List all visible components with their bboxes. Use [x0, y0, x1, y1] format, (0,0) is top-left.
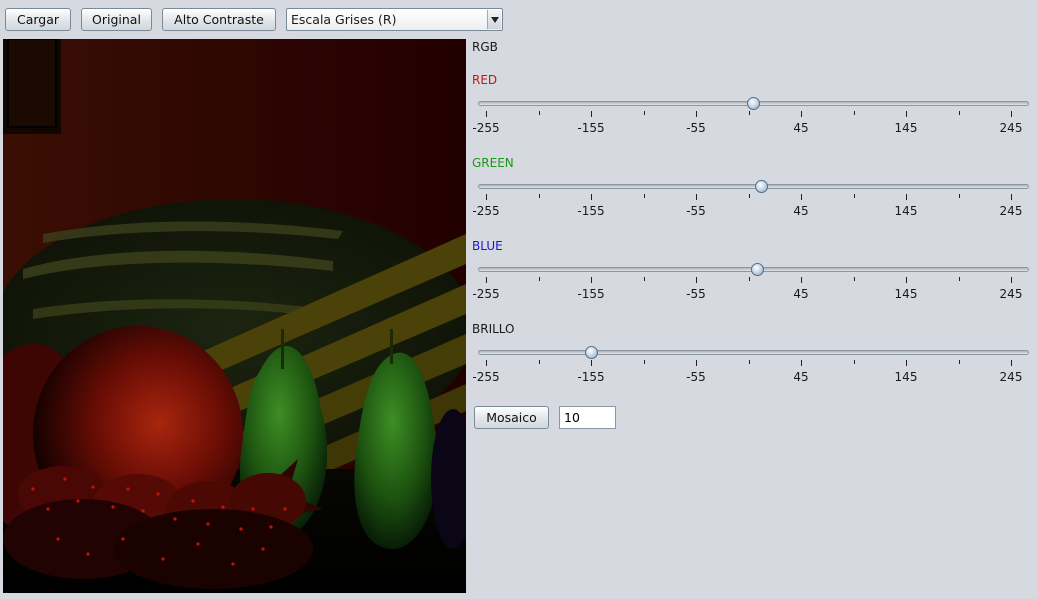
high-contrast-button[interactable]: Alto Contraste: [162, 8, 276, 31]
brightness-slider-ticks: -255 -155 -55 45 145 245: [0, 360, 1038, 384]
green-slider-ticks: -255 -155 -55 45 145 245: [0, 194, 1038, 218]
tick-mark: [906, 194, 907, 200]
tick-mark: [486, 194, 487, 200]
brightness-slider-label: BRILLO: [472, 322, 515, 336]
tick-label: -255: [472, 370, 500, 384]
load-button[interactable]: Cargar: [5, 8, 71, 31]
tick-mark: [486, 111, 487, 117]
blue-slider-ticks: -255 -155 -55 45 145 245: [0, 277, 1038, 301]
green-slider-track[interactable]: [478, 184, 1029, 189]
tick-label: 245: [999, 121, 1023, 135]
green-slider-label: GREEN: [472, 156, 514, 170]
filter-select[interactable]: Escala Grises (R): [286, 8, 503, 31]
tick-mark: [1011, 194, 1012, 200]
tick-mark: [644, 277, 645, 281]
tick-label: 45: [793, 121, 809, 135]
tick-mark: [749, 194, 750, 198]
tick-label: -255: [472, 287, 500, 301]
tick-label: -155: [577, 204, 605, 218]
tick-mark: [959, 111, 960, 115]
tick-mark: [1011, 277, 1012, 283]
tick-mark: [906, 277, 907, 283]
tick-label: 145: [894, 121, 918, 135]
tick-label: 245: [999, 287, 1023, 301]
tick-mark: [801, 194, 802, 200]
tick-mark: [644, 194, 645, 198]
tick-label: -55: [686, 287, 706, 301]
brightness-slider-track[interactable]: [478, 350, 1029, 355]
tick-mark: [644, 360, 645, 364]
tick-mark: [854, 111, 855, 115]
original-button[interactable]: Original: [81, 8, 152, 31]
tick-label: -55: [686, 204, 706, 218]
tick-mark: [486, 360, 487, 366]
tick-label: 145: [894, 287, 918, 301]
green-slider-thumb[interactable]: [754, 180, 768, 193]
mosaic-size-input[interactable]: [559, 406, 616, 429]
tick-mark: [906, 360, 907, 366]
tick-label: 45: [793, 204, 809, 218]
blue-slider-thumb[interactable]: [751, 263, 765, 276]
tick-label: -155: [577, 370, 605, 384]
tick-mark: [959, 194, 960, 198]
filter-select-value: Escala Grises (R): [291, 12, 397, 27]
tick-mark: [696, 194, 697, 200]
tick-mark: [854, 194, 855, 198]
tick-label: -55: [686, 370, 706, 384]
tick-mark: [486, 277, 487, 283]
tick-mark: [591, 194, 592, 200]
tick-mark: [801, 111, 802, 117]
tick-mark: [801, 360, 802, 366]
brightness-slider-thumb[interactable]: [584, 346, 598, 359]
tick-mark: [854, 360, 855, 364]
rgb-label: RGB: [472, 40, 498, 54]
tick-label: 145: [894, 204, 918, 218]
tick-label: -155: [577, 287, 605, 301]
tick-mark: [749, 111, 750, 115]
tick-mark: [696, 277, 697, 283]
chevron-down-icon[interactable]: [487, 10, 501, 29]
red-slider-label: RED: [472, 73, 498, 87]
tick-mark: [591, 360, 592, 366]
tick-mark: [1011, 360, 1012, 366]
tick-mark: [539, 277, 540, 281]
tick-mark: [749, 277, 750, 281]
tick-mark: [696, 360, 697, 366]
tick-mark: [1011, 111, 1012, 117]
red-slider-ticks: -255 -155 -55 45 145 245: [0, 111, 1038, 135]
tick-mark: [696, 111, 697, 117]
tick-mark: [591, 277, 592, 283]
tick-mark: [539, 194, 540, 198]
tick-mark: [539, 111, 540, 115]
red-slider-thumb[interactable]: [747, 97, 761, 110]
tick-mark: [749, 360, 750, 364]
blue-slider-label: BLUE: [472, 239, 503, 253]
tick-mark: [591, 111, 592, 117]
tick-label: -255: [472, 121, 500, 135]
tick-mark: [959, 360, 960, 364]
mosaic-button[interactable]: Mosaico: [474, 406, 549, 429]
tick-label: 45: [793, 287, 809, 301]
tick-label: 245: [999, 370, 1023, 384]
tick-label: 245: [999, 204, 1023, 218]
tick-mark: [539, 360, 540, 364]
tick-mark: [801, 277, 802, 283]
tick-mark: [906, 111, 907, 117]
tick-mark: [959, 277, 960, 281]
tick-label: -255: [472, 204, 500, 218]
tick-label: -55: [686, 121, 706, 135]
tick-mark: [644, 111, 645, 115]
tick-label: 45: [793, 370, 809, 384]
tick-mark: [854, 277, 855, 281]
tick-label: -155: [577, 121, 605, 135]
tick-label: 145: [894, 370, 918, 384]
